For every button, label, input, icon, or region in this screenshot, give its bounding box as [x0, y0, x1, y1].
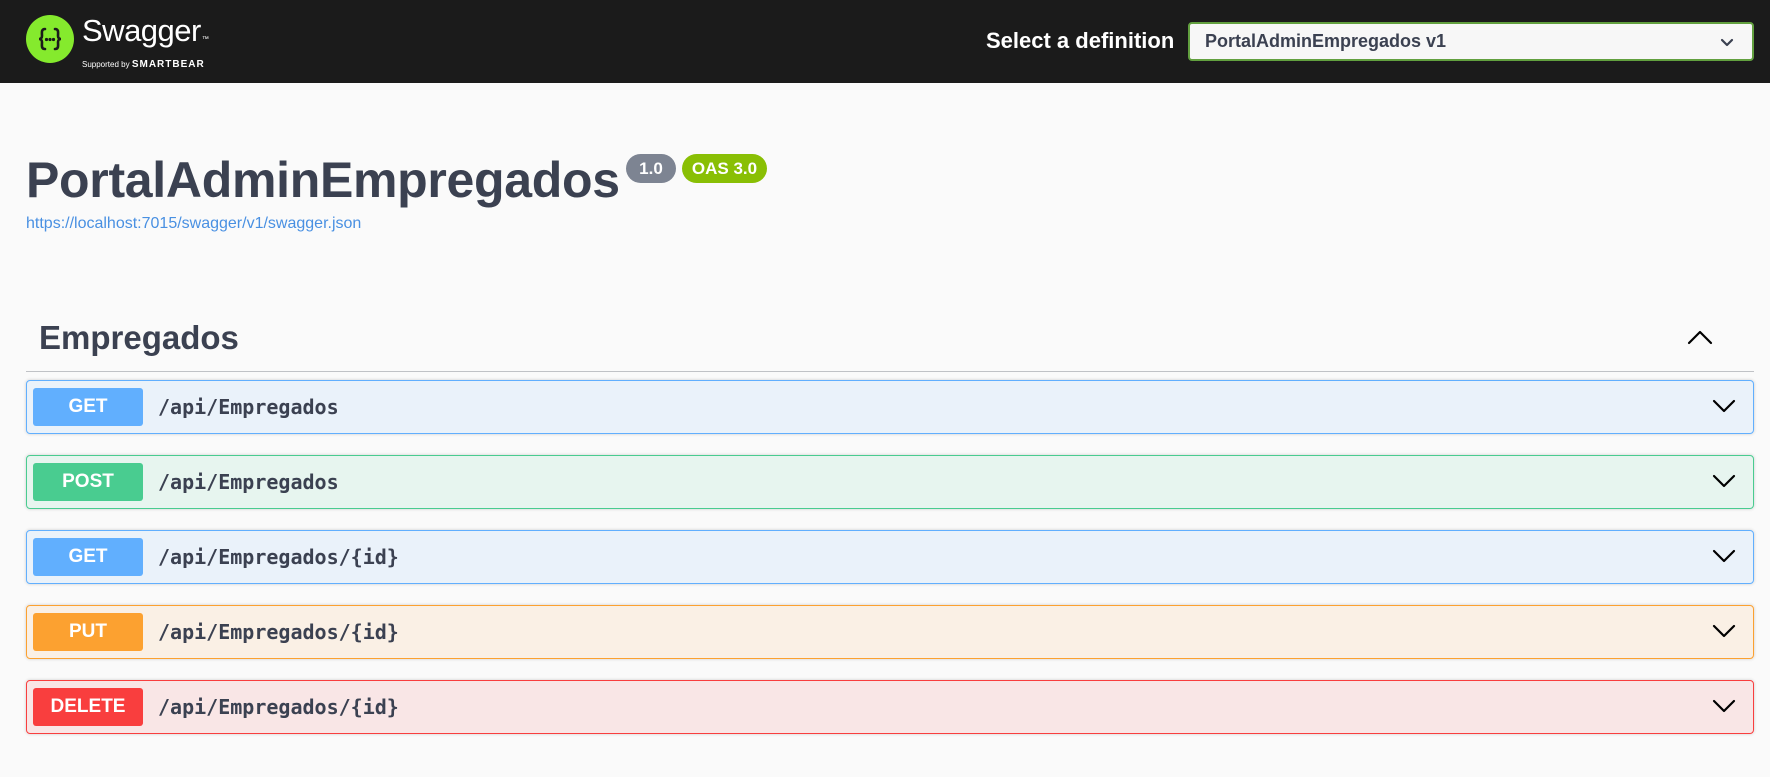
tag-name: Empregados: [39, 319, 239, 356]
chevron-down-icon[interactable]: [1711, 397, 1737, 420]
chevron-down-icon[interactable]: [1711, 547, 1737, 570]
logo-trademark: ™: [201, 36, 209, 43]
api-title: PortalAdminEmpregados: [26, 152, 620, 208]
method-badge: PUT: [33, 613, 143, 651]
logo-name: Swagger™: [82, 13, 209, 48]
chevron-down-icon: [1719, 36, 1735, 54]
definition-select[interactable]: PortalAdminEmpregados v1: [1188, 22, 1754, 61]
chevron-down-icon[interactable]: [1711, 472, 1737, 495]
swagger-braces-icon: [26, 15, 74, 63]
operation-path: /api/Empregados: [158, 470, 339, 494]
chevron-down-icon[interactable]: [1711, 622, 1737, 645]
topbar: Swagger™ Supported by SMARTBEAR Select a…: [0, 0, 1770, 83]
operation-get-empregado-by-id[interactable]: GET /api/Empregados/{id}: [26, 530, 1754, 584]
tag-header-empregados[interactable]: Empregados: [26, 314, 1754, 372]
operation-path: /api/Empregados/{id}: [158, 545, 399, 569]
operation-post-empregados[interactable]: POST /api/Empregados: [26, 455, 1754, 509]
operation-path: /api/Empregados/{id}: [158, 695, 399, 719]
swagger-logo[interactable]: Swagger™ Supported by SMARTBEAR: [26, 13, 209, 70]
spec-url-link[interactable]: https://localhost:7015/swagger/v1/swagge…: [26, 214, 361, 234]
definition-select-value: PortalAdminEmpregados v1: [1205, 31, 1447, 51]
operation-path: /api/Empregados: [158, 395, 339, 419]
chevron-up-icon[interactable]: [1686, 328, 1714, 351]
method-badge: GET: [33, 538, 143, 576]
logo-supported-by: Supported by SMARTBEAR: [82, 59, 205, 70]
operation-put-empregado[interactable]: PUT /api/Empregados/{id}: [26, 605, 1754, 659]
logo-company: SMARTBEAR: [131, 59, 205, 70]
operation-path: /api/Empregados/{id}: [158, 620, 399, 644]
operation-get-empregados[interactable]: GET /api/Empregados: [26, 380, 1754, 434]
method-badge: DELETE: [33, 688, 143, 726]
method-badge: POST: [33, 463, 143, 501]
method-badge: GET: [33, 388, 143, 426]
oas-badge: OAS 3.0: [682, 154, 767, 183]
definition-label: Select a definition: [986, 28, 1175, 53]
chevron-down-icon[interactable]: [1711, 697, 1737, 720]
version-badge: 1.0: [626, 154, 676, 183]
operation-delete-empregado[interactable]: DELETE /api/Empregados/{id}: [26, 680, 1754, 734]
